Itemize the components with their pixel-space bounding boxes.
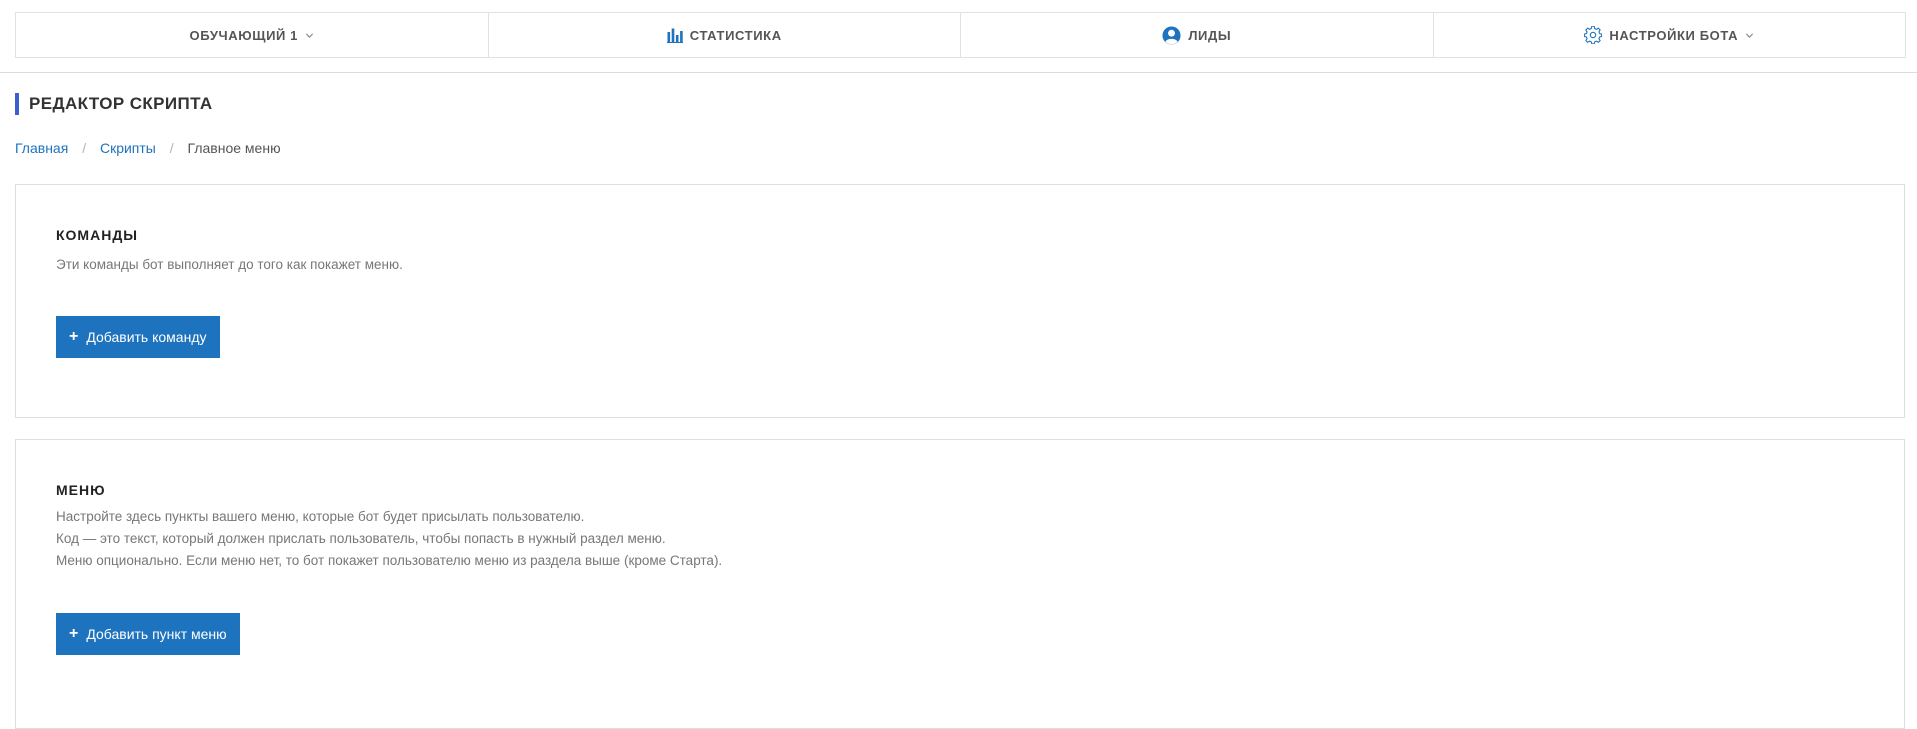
add-command-button[interactable]: + Добавить команду xyxy=(56,316,220,358)
nav-item-leads[interactable]: ЛИДЫ xyxy=(961,13,1434,57)
breadcrumb-separator: / xyxy=(169,140,174,156)
add-command-label: Добавить команду xyxy=(86,329,207,345)
plus-icon: + xyxy=(69,328,79,345)
chevron-down-icon xyxy=(305,31,314,40)
top-bar: ОБУЧАЮЩИЙ 1 СТАТИСТИКА ЛИДЫ НАСТРОЙКИ БО… xyxy=(0,0,1917,73)
menu-description-line: Настройте здесь пункты вашего меню, кото… xyxy=(56,509,585,524)
chevron-down-icon xyxy=(1745,31,1754,40)
breadcrumb: Главная / Скрипты / Главное меню xyxy=(15,139,281,157)
menu-description-line: Меню опционально. Если меню нет, то бот … xyxy=(56,553,723,568)
nav-item-label: НАСТРОЙКИ БОТА xyxy=(1609,27,1739,43)
breadcrumb-current: Главное меню xyxy=(187,140,281,156)
add-menu-item-label: Добавить пункт меню xyxy=(86,626,227,642)
plus-icon: + xyxy=(69,625,79,642)
user-icon xyxy=(1162,25,1181,45)
nav-item-statistics[interactable]: СТАТИСТИКА xyxy=(489,13,961,57)
page-title: РЕДАКТОР СКРИПТА xyxy=(15,93,213,115)
main-nav: ОБУЧАЮЩИЙ 1 СТАТИСТИКА ЛИДЫ НАСТРОЙКИ БО… xyxy=(15,12,1906,58)
breadcrumb-home-link[interactable]: Главная xyxy=(15,140,68,156)
bar-chart-icon xyxy=(666,28,683,43)
commands-card: КОМАНДЫ Эти команды бот выполняет до тог… xyxy=(15,184,1905,418)
nav-item-label: СТАТИСТИКА xyxy=(689,27,782,43)
breadcrumb-scripts-link[interactable]: Скрипты xyxy=(100,140,156,156)
menu-card: МЕНЮ Настройте здесь пункты вашего меню,… xyxy=(15,439,1905,729)
nav-item-label: ЛИДЫ xyxy=(1188,27,1232,43)
menu-description-line: Код — это текст, который должен прислать… xyxy=(56,531,666,546)
menu-title: МЕНЮ xyxy=(56,482,106,498)
nav-item-label: ОБУЧАЮЩИЙ 1 xyxy=(189,27,299,43)
commands-description: Эти команды бот выполняет до того как по… xyxy=(56,254,403,276)
breadcrumb-separator: / xyxy=(82,140,87,156)
commands-description-line: Эти команды бот выполняет до того как по… xyxy=(56,257,403,272)
menu-description: Настройте здесь пункты вашего меню, кото… xyxy=(56,506,722,572)
gear-icon xyxy=(1584,26,1603,44)
commands-title: КОМАНДЫ xyxy=(56,227,138,243)
nav-item-bot-select[interactable]: ОБУЧАЮЩИЙ 1 xyxy=(16,13,489,57)
nav-item-bot-settings[interactable]: НАСТРОЙКИ БОТА xyxy=(1434,13,1906,57)
add-menu-item-button[interactable]: + Добавить пункт меню xyxy=(56,613,240,655)
